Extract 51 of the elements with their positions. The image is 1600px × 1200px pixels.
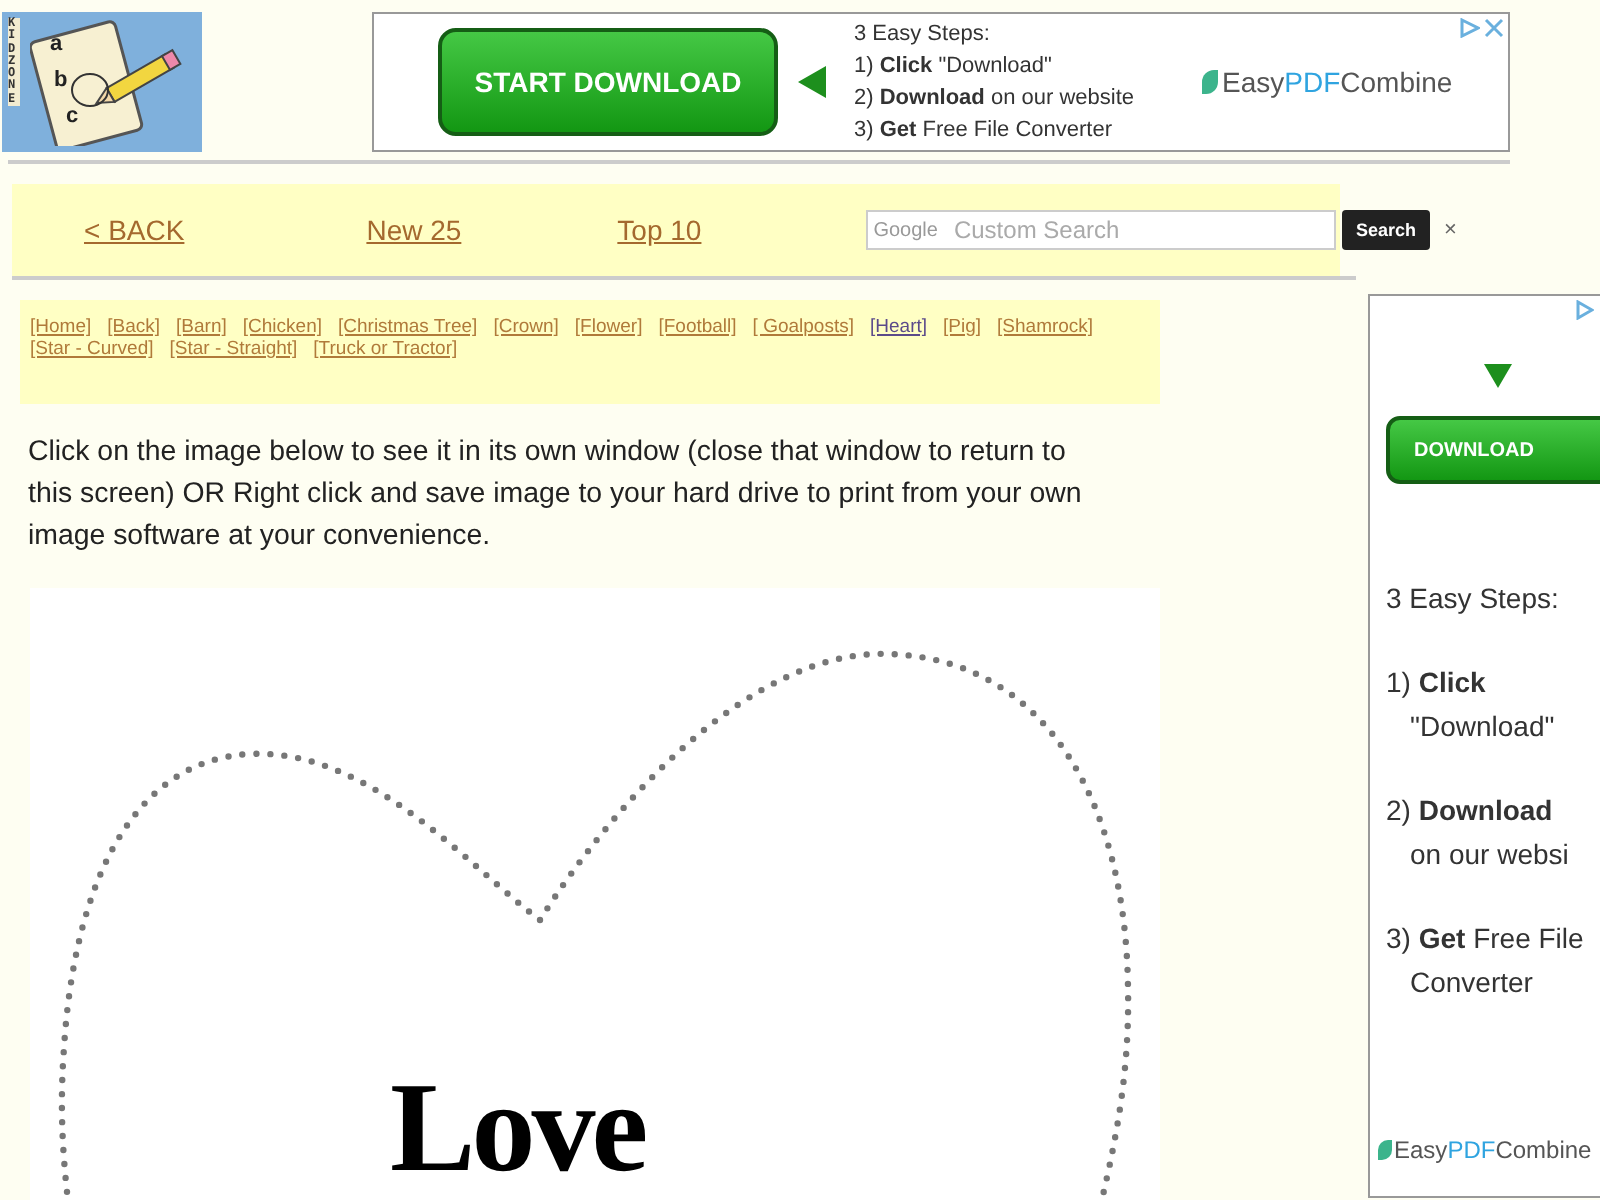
- ad-steps-title: 3 Easy Steps:: [854, 20, 992, 50]
- search-field[interactable]: Google Custom Search: [865, 210, 1336, 250]
- adchoices-icon[interactable]: [1576, 300, 1594, 320]
- ad-step: 3) Get Free File: [1386, 916, 1600, 960]
- category-link[interactable]: [Shamrock]: [997, 316, 1094, 338]
- clear-button[interactable]: ×: [1443, 218, 1457, 242]
- side-ad-banner[interactable]: DOWNLOAD 3 Easy Steps: 1) Click "Download" 2) Download on our websi 3) Get Free File Converter EasyPDFCombine: [1368, 294, 1600, 1198]
- category-link[interactable]: [Barn]: [176, 316, 227, 338]
- logo-letter: c: [66, 104, 79, 128]
- category-link[interactable]: [Christmas Tree]: [338, 316, 478, 338]
- nav-link[interactable]: New 25: [366, 214, 462, 246]
- search-button[interactable]: Search: [1341, 210, 1430, 250]
- category-link[interactable]: [Truck or Tractor]: [313, 338, 458, 360]
- ad-step-detail: on our websi: [1408, 836, 1571, 874]
- ad-step-detail: Converter: [1408, 964, 1535, 1002]
- category-link[interactable]: [Pig]: [943, 316, 982, 338]
- download-button[interactable]: DOWNLOAD: [1386, 416, 1600, 484]
- category-link[interactable]: [Home]: [30, 316, 92, 338]
- ad-step: 3) Get Free File Converter: [854, 114, 1135, 146]
- nav-link[interactable]: Top 10: [617, 214, 702, 246]
- ad-step: 2) Download on our website: [854, 82, 1135, 114]
- ad-steps-title: 3 Easy Steps:: [1386, 580, 1561, 618]
- ad-step: 1) Click: [1386, 660, 1600, 704]
- nav-link[interactable]: < BACK: [84, 214, 185, 246]
- ad-banner[interactable]: START DOWNLOAD 3 Easy Steps: 1) Click "Download" 2) Download on our website 3) Get Free File Converter EasyPDFCombine: [372, 12, 1510, 152]
- logo-letter: b: [54, 68, 68, 92]
- arrow-down-icon: [1484, 364, 1512, 388]
- start-download-button[interactable]: START DOWNLOAD: [438, 28, 778, 136]
- logo-letter: a: [50, 32, 63, 56]
- google-label: Google: [873, 219, 938, 241]
- category-link[interactable]: [Football]: [658, 316, 737, 338]
- ad-step: 1) Click "Download": [854, 50, 1135, 82]
- ad-step-detail: "Download": [1408, 708, 1557, 746]
- category-link[interactable]: [Star - Straight]: [169, 338, 298, 360]
- category-link[interactable]: [Chicken]: [242, 316, 322, 338]
- category-link[interactable]: [ Goalposts]: [752, 316, 854, 338]
- adchoices-icon[interactable]: [1460, 18, 1480, 38]
- ad-step: 2) Download: [1386, 788, 1600, 832]
- search-input[interactable]: Custom Search: [953, 216, 1334, 244]
- brand-logo: EasyPDFCombine: [1378, 1136, 1592, 1164]
- coloring-page-image[interactable]: Love: [30, 588, 1160, 1200]
- coloring-page-title: Love: [390, 1064, 645, 1192]
- category-link[interactable]: [Back]: [107, 316, 161, 338]
- category-link[interactable]: [Crown]: [493, 316, 559, 338]
- category-link[interactable]: [Flower]: [574, 316, 643, 338]
- close-icon[interactable]: [1484, 18, 1504, 38]
- category-link[interactable]: [Heart]: [870, 316, 928, 338]
- arrow-left-icon: [798, 66, 826, 98]
- brand-logo: EasyPDFCombine: [1202, 66, 1453, 98]
- instructions-text: Click on the image below to see it in its own window (close that window to return to this screen) OR Right click and save image to your hard drive to print from your own image software at your convenience.: [28, 434, 1084, 556]
- category-link[interactable]: [Star - Curved]: [30, 338, 154, 360]
